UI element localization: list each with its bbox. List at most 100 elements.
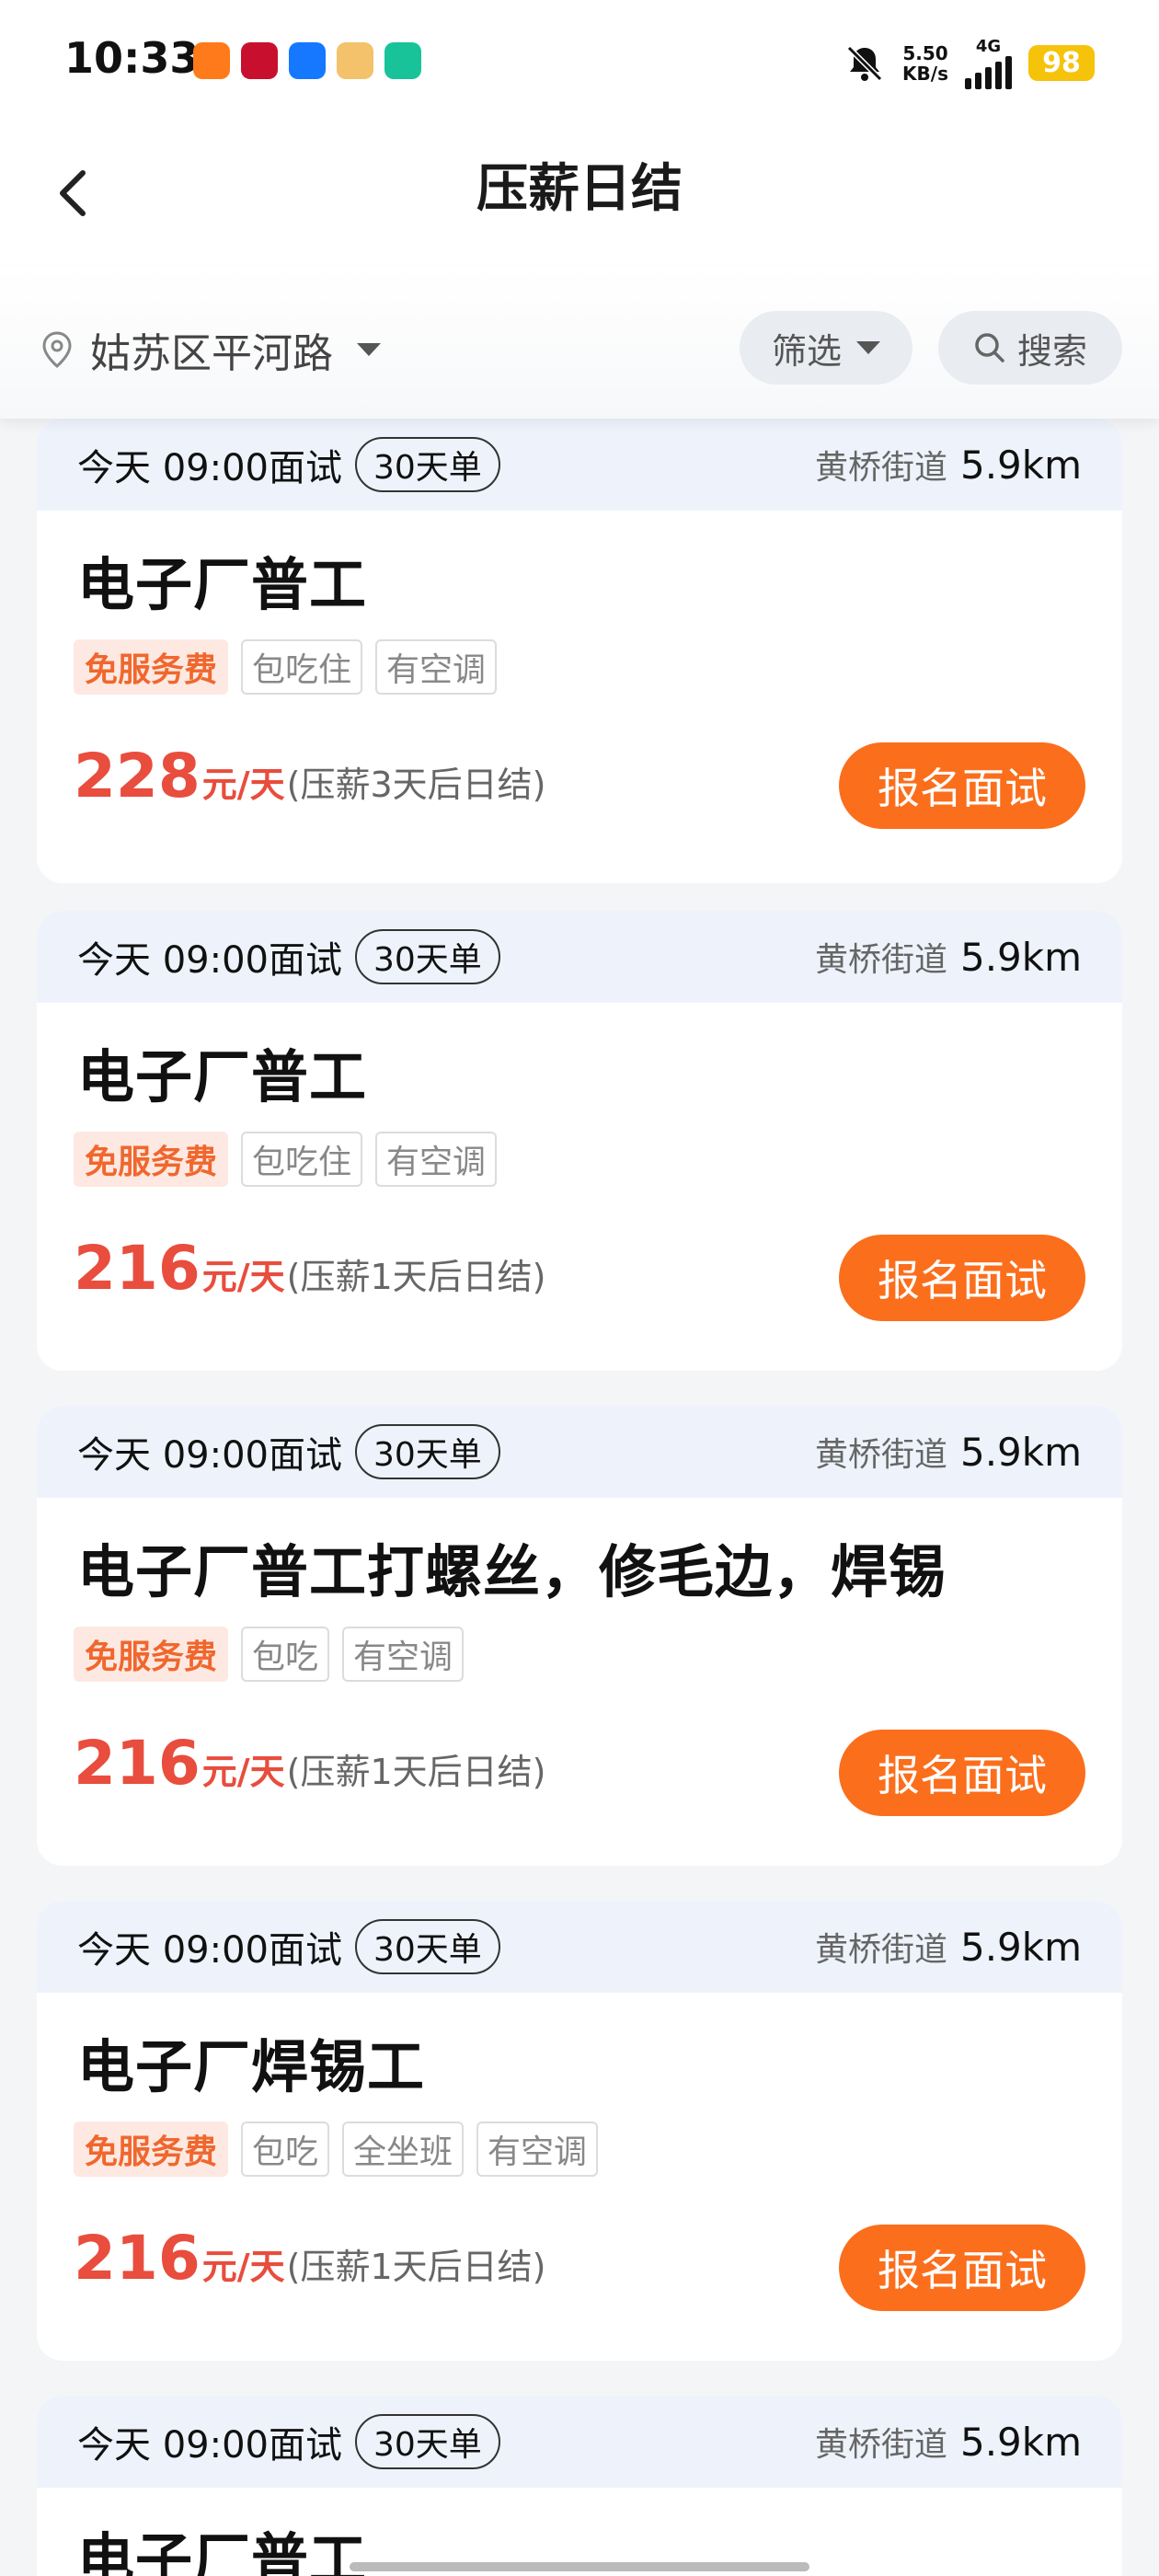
apply-interview-button[interactable]: 报名面试 xyxy=(839,1235,1085,1321)
duration-badge: 30天单 xyxy=(355,929,500,984)
salary-unit: 元/天 xyxy=(201,765,285,805)
job-card[interactable]: 今天 09:00面试 30天单 黄桥街道 5.9km 电子厂普工 免服务费 包吃… xyxy=(37,911,1122,1371)
salary-note: (压薪1天后日结) xyxy=(286,2247,546,2287)
street-name: 黄桥街道 xyxy=(814,2426,947,2464)
street-name: 黄桥街道 xyxy=(814,1931,947,1969)
tag: 有空调 xyxy=(375,1132,498,1187)
tag-no-fee: 免服务费 xyxy=(74,1627,229,1682)
duration-badge: 30天单 xyxy=(355,1424,500,1479)
card-header: 今天 09:00面试 30天单 黄桥街道 5.9km xyxy=(37,1406,1122,1498)
speed-unit: KB/s xyxy=(902,62,948,85)
search-icon xyxy=(975,333,1004,362)
interview-time: 今天 09:00面试 xyxy=(77,2424,342,2467)
duration-badge: 30天单 xyxy=(355,437,500,492)
interview-time: 今天 09:00面试 xyxy=(77,447,342,489)
battery-icon: 98 xyxy=(1028,45,1095,81)
apply-interview-button[interactable]: 报名面试 xyxy=(839,2225,1085,2311)
salary: 228 元/天 (压薪3天后日结) xyxy=(74,741,546,811)
search-label: 搜索 xyxy=(1016,330,1087,372)
job-card[interactable]: 今天 09:00面试 30天单 黄桥街道 5.9km 电子厂普工打螺丝，修毛边，… xyxy=(37,1406,1122,1866)
tag: 全坐班 xyxy=(342,2122,465,2177)
card-header: 今天 09:00面试 30天单 黄桥街道 5.9km xyxy=(37,419,1122,511)
duration-badge: 30天单 xyxy=(355,2414,500,2469)
salary-amount: 216 xyxy=(74,1728,201,1799)
job-title: 电子厂焊锡工 xyxy=(77,2033,426,2100)
search-button[interactable]: 搜索 xyxy=(938,311,1122,385)
salary-unit: 元/天 xyxy=(201,2247,285,2287)
location-label: 姑苏区平河路 xyxy=(90,330,333,377)
home-indicator[interactable] xyxy=(350,2562,809,2571)
salary: 216 元/天 (压薪1天后日结) xyxy=(74,2223,546,2294)
job-card[interactable]: 今天 09:00面试 30天单 黄桥街道 5.9km 电子厂普工 免服务费 包吃… xyxy=(37,419,1122,883)
salary-note: (压薪3天后日结) xyxy=(286,765,546,805)
distance-value: 5.9km xyxy=(959,1430,1082,1475)
distance-info: 黄桥街道 5.9km xyxy=(815,933,1082,981)
speed-value: 5.50 xyxy=(902,41,948,64)
tag: 包吃 xyxy=(241,1627,330,1682)
filter-label: 筛选 xyxy=(771,330,842,372)
distance-value: 5.9km xyxy=(959,443,1082,488)
distance-info: 黄桥街道 5.9km xyxy=(815,2418,1082,2466)
salary-unit: 元/天 xyxy=(201,1752,285,1792)
job-title: 电子厂普工 xyxy=(77,551,368,618)
tag: 有空调 xyxy=(342,1627,465,1682)
interview-time: 今天 09:00面试 xyxy=(77,939,342,982)
network-type: 4G xyxy=(975,37,1002,56)
filter-bar: 姑苏区平河路 筛选 搜索 xyxy=(0,267,1159,419)
tag: 有空调 xyxy=(476,2122,599,2177)
signal-icon xyxy=(965,56,1012,89)
job-card[interactable]: 今天 09:00面试 30天单 黄桥街道 5.9km 电子厂焊锡工 免服务费 包… xyxy=(37,1901,1122,2361)
interview-time: 今天 09:00面试 xyxy=(77,1434,342,1477)
card-header: 今天 09:00面试 30天单 黄桥街道 5.9km xyxy=(37,1901,1122,1993)
tag-list: 免服务费 包吃住 有空调 xyxy=(74,639,498,695)
bell-muted-icon xyxy=(846,45,883,81)
tag: 有空调 xyxy=(375,639,498,695)
distance-value: 5.9km xyxy=(959,1925,1082,1970)
location-selector[interactable]: 姑苏区平河路 xyxy=(37,320,381,379)
distance-info: 黄桥街道 5.9km xyxy=(815,441,1082,489)
salary-amount: 216 xyxy=(74,2223,201,2294)
salary-note: (压薪1天后日结) xyxy=(286,1257,546,1297)
chevron-down-icon xyxy=(357,343,381,356)
job-card[interactable]: 今天 09:00面试 30天单 黄桥街道 5.9km 电子厂普工 xyxy=(37,2396,1122,2576)
filter-button[interactable]: 筛选 xyxy=(740,311,912,385)
salary-amount: 228 xyxy=(74,741,201,811)
salary-unit: 元/天 xyxy=(201,1257,285,1297)
tag-no-fee: 免服务费 xyxy=(74,639,229,695)
notification-app-icons xyxy=(193,42,421,79)
tag-list: 免服务费 包吃住 有空调 xyxy=(74,1132,498,1187)
job-title: 电子厂普工 xyxy=(77,2526,368,2576)
distance-info: 黄桥街道 5.9km xyxy=(815,1923,1082,1971)
taobao-flash-icon xyxy=(193,42,230,79)
street-name: 黄桥街道 xyxy=(814,449,947,487)
apply-interview-button[interactable]: 报名面试 xyxy=(839,1730,1085,1816)
tag-no-fee: 免服务费 xyxy=(74,1132,229,1187)
tag: 包吃住 xyxy=(241,639,363,695)
status-time: 10:33 xyxy=(64,33,200,83)
duration-badge: 30天单 xyxy=(355,1919,500,1974)
shield-app-icon xyxy=(384,42,421,79)
alipay-icon xyxy=(289,42,326,79)
distance-value: 5.9km xyxy=(959,935,1082,980)
distance-info: 黄桥街道 5.9km xyxy=(815,1428,1082,1476)
network-speed: 5.50 KB/s xyxy=(902,43,948,84)
card-header: 今天 09:00面试 30天单 黄桥街道 5.9km xyxy=(37,911,1122,1003)
tag-no-fee: 免服务费 xyxy=(74,2122,229,2177)
status-right: 5.50 KB/s 4G 98 xyxy=(843,37,1095,89)
tag-list: 免服务费 包吃 全坐班 有空调 xyxy=(74,2122,599,2177)
apply-interview-button[interactable]: 报名面试 xyxy=(839,742,1085,829)
salary: 216 元/天 (压薪1天后日结) xyxy=(74,1728,546,1799)
street-name: 黄桥街道 xyxy=(814,1436,947,1474)
moneybag-icon xyxy=(337,42,373,79)
distance-value: 5.9km xyxy=(959,2420,1082,2465)
street-name: 黄桥街道 xyxy=(814,941,947,979)
job-title: 电子厂普工 xyxy=(77,1043,368,1110)
chevron-down-icon xyxy=(856,341,880,354)
card-header: 今天 09:00面试 30天单 黄桥街道 5.9km xyxy=(37,2396,1122,2488)
interview-time: 今天 09:00面试 xyxy=(77,1929,342,1972)
status-bar: 10:33 5.50 KB/s 4G 98 xyxy=(0,0,1159,120)
tag: 包吃住 xyxy=(241,1132,363,1187)
page-title: 压薪日结 xyxy=(476,159,683,219)
salary: 216 元/天 (压薪1天后日结) xyxy=(74,1233,546,1304)
tag-list: 免服务费 包吃 有空调 xyxy=(74,1627,465,1682)
